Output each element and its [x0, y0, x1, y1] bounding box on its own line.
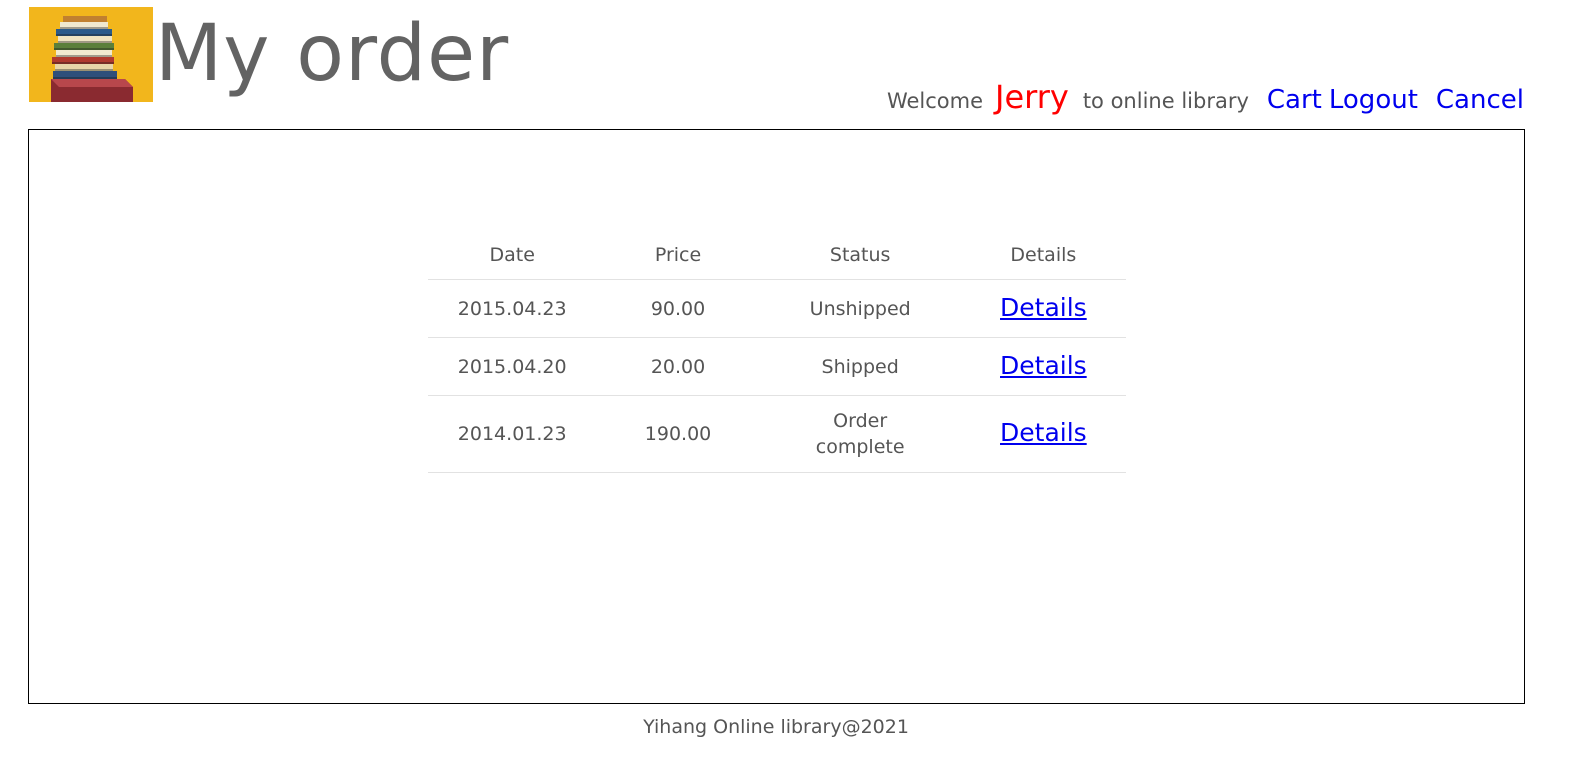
logo-books-icon: [29, 7, 153, 102]
order-date: 2015.04.23: [428, 279, 597, 338]
order-price: 20.00: [596, 337, 760, 396]
column-header-price: Price: [596, 230, 760, 280]
order-date: 2014.01.23: [428, 395, 597, 473]
order-status: Unshipped: [759, 279, 961, 338]
order-details-cell: Details: [960, 279, 1126, 338]
cancel-link[interactable]: Cancel: [1436, 85, 1524, 115]
column-header-date: Date: [428, 230, 597, 280]
table-header-row: Date Price Status Details: [428, 230, 1126, 280]
table-row: 2014.01.23 190.00 Order complete Details: [428, 395, 1126, 473]
order-date: 2015.04.20: [428, 337, 597, 396]
welcome-prefix: Welcome: [886, 89, 984, 113]
column-header-details: Details: [960, 230, 1126, 280]
logout-link[interactable]: Logout: [1329, 85, 1418, 115]
details-link[interactable]: Details: [1000, 351, 1087, 380]
table-row: 2015.04.20 20.00 Shipped Details: [428, 337, 1126, 396]
order-status: Shipped: [759, 337, 961, 396]
table-row: 2015.04.23 90.00 Unshipped Details: [428, 279, 1126, 338]
user-nav-bar: Welcome Jerry to online library Cart Log…: [887, 78, 1524, 118]
order-details-cell: Details: [960, 395, 1126, 473]
page-title: My order: [155, 9, 510, 99]
order-details-cell: Details: [960, 337, 1126, 396]
welcome-suffix: to online library: [1082, 89, 1249, 113]
details-link[interactable]: Details: [1000, 418, 1087, 447]
details-link[interactable]: Details: [1000, 293, 1087, 322]
order-status: Order complete: [759, 395, 961, 473]
footer-text: Yihang Online library@2021: [643, 716, 909, 738]
username: Jerry: [995, 78, 1069, 116]
order-price: 190.00: [596, 395, 760, 473]
orders-panel: Date Price Status Details 2015.04.23 90.…: [28, 129, 1525, 704]
column-header-status: Status: [759, 230, 961, 280]
order-price: 90.00: [596, 279, 760, 338]
cart-link[interactable]: Cart: [1267, 85, 1322, 115]
orders-table: Date Price Status Details 2015.04.23 90.…: [428, 230, 1126, 473]
